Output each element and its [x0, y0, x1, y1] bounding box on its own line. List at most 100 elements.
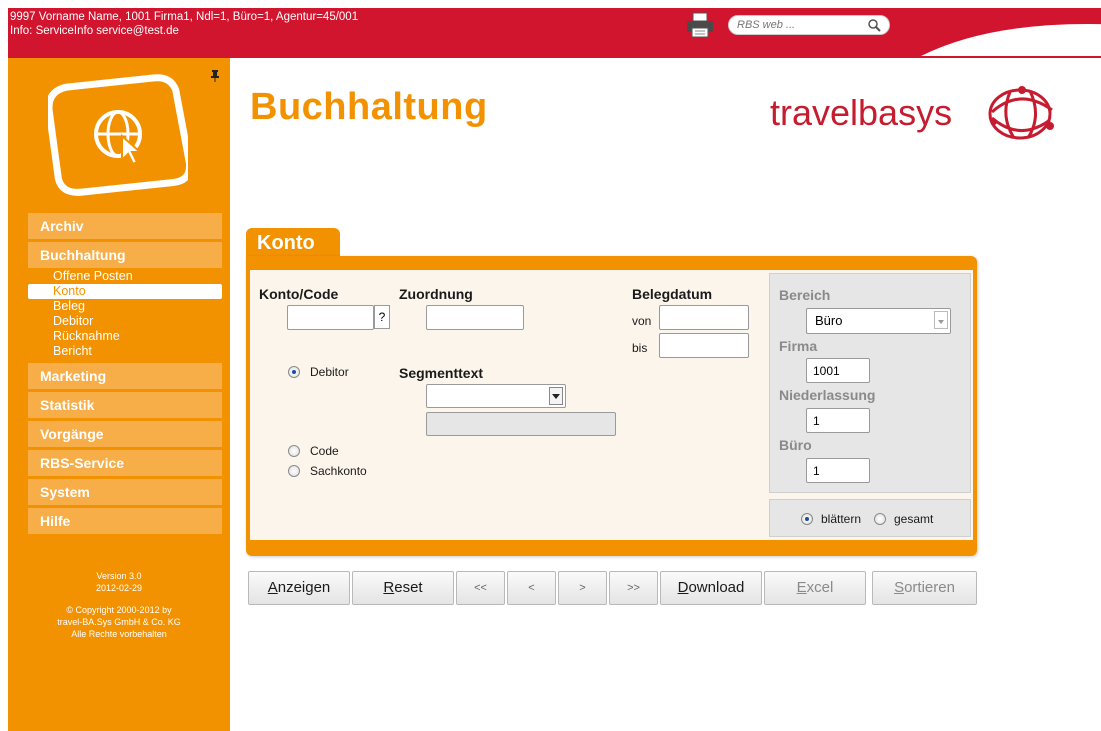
- sortieren-label: ortieren: [904, 579, 955, 596]
- app-logo-icon: [48, 74, 188, 196]
- filter-column: Bereich Büro Firma Niederlassung Büro bl…: [766, 270, 973, 540]
- niederlassung-input[interactable]: [806, 408, 870, 433]
- konto-code-input[interactable]: [287, 305, 374, 330]
- radio-code-dot[interactable]: [288, 445, 300, 457]
- excel-accesskey: E: [796, 579, 807, 596]
- zuordnung-label: Zuordnung: [399, 286, 473, 302]
- nav-rbs-service[interactable]: RBS-Service: [28, 450, 222, 476]
- bereich-select[interactable]: Büro: [806, 308, 951, 334]
- bis-label: bis: [632, 341, 648, 355]
- nav-buchhaltung[interactable]: Buchhaltung: [28, 242, 222, 268]
- subnav-offene-posten[interactable]: Offene Posten: [28, 269, 222, 284]
- nav-vorgaenge[interactable]: Vorgänge: [28, 421, 222, 447]
- radio-gesamt-label: gesamt: [894, 512, 934, 526]
- von-label: von: [632, 314, 652, 328]
- konto-code-label: Konto/Code: [259, 286, 339, 302]
- radio-sachkonto[interactable]: Sachkonto: [288, 464, 367, 478]
- nav-archiv[interactable]: Archiv: [28, 213, 222, 239]
- first-page-button[interactable]: <<: [456, 571, 505, 605]
- download-button[interactable]: Download: [660, 571, 762, 605]
- bereich-label: Bereich: [779, 287, 831, 303]
- anzeigen-button[interactable]: Anzeigen: [248, 571, 350, 605]
- niederlassung-label: Niederlassung: [779, 387, 876, 403]
- anzeigen-accesskey: A: [267, 579, 278, 596]
- excel-button[interactable]: Excel: [764, 571, 866, 605]
- radio-code-label: Code: [310, 444, 339, 458]
- copyright-rights: Alle Rechte vorbehalten: [71, 629, 167, 639]
- radio-gesamt[interactable]: gesamt: [874, 512, 933, 526]
- sidebar: Archiv Buchhaltung Offene Posten Konto B…: [8, 58, 230, 731]
- radio-blaettern-label: blättern: [821, 512, 862, 526]
- buero-label: Büro: [779, 437, 812, 453]
- subnav-buchhaltung: Offene Posten Konto Beleg Debitor Rückna…: [28, 269, 222, 359]
- next-page-button[interactable]: >: [558, 571, 607, 605]
- page-title: Buchhaltung: [250, 86, 488, 128]
- brand-globe-icon: [988, 86, 1054, 140]
- nav-statistik[interactable]: Statistik: [28, 392, 222, 418]
- radio-blaettern-dot[interactable]: [801, 513, 813, 525]
- subnav-bericht[interactable]: Bericht: [28, 344, 222, 359]
- segmenttext-label: Segmenttext: [399, 365, 484, 381]
- belegdatum-label: Belegdatum: [632, 286, 713, 302]
- zuordnung-input[interactable]: [426, 305, 524, 330]
- download-label: ownload: [688, 579, 745, 596]
- search-icon[interactable]: [867, 18, 881, 32]
- reset-accesskey: R: [383, 579, 395, 596]
- chevron-down-icon[interactable]: [934, 311, 948, 329]
- header-swoosh: [921, 24, 1101, 56]
- search-input[interactable]: [729, 16, 859, 34]
- prev-page-button[interactable]: <: [507, 571, 556, 605]
- radio-debitor-label: Debitor: [310, 365, 349, 379]
- user-info-line: 9997 Vorname Name, 1001 Firma1, Ndl=1, B…: [10, 11, 359, 23]
- subnav-debitor[interactable]: Debitor: [28, 314, 222, 329]
- nav-system[interactable]: System: [28, 479, 222, 505]
- main-nav: Archiv Buchhaltung Offene Posten Konto B…: [28, 213, 222, 537]
- segmenttext-select[interactable]: [426, 384, 566, 408]
- top-bar: 9997 Vorname Name, 1001 Firma1, Ndl=1, B…: [8, 8, 1101, 58]
- copyright-line: © Copyright 2000-2012 by: [66, 605, 172, 615]
- radio-blaettern[interactable]: blättern: [801, 512, 861, 526]
- brand-logo-text: travelbasys: [770, 92, 952, 134]
- paging-box: blättern gesamt: [769, 499, 971, 537]
- pin-icon[interactable]: [210, 70, 220, 82]
- nav-marketing[interactable]: Marketing: [28, 363, 222, 389]
- copyright-company: travel-BA.Sys GmbH & Co. KG: [57, 617, 181, 627]
- firma-input[interactable]: [806, 358, 870, 383]
- last-page-button[interactable]: >>: [609, 571, 658, 605]
- radio-debitor[interactable]: Debitor: [288, 365, 349, 379]
- printer-icon[interactable]: [686, 12, 714, 38]
- version-date: 2012-02-29: [95, 583, 143, 593]
- brand-travel: travel: [770, 92, 859, 133]
- search-form: Konto/Code ? Zuordnung Belegdatum von bi…: [250, 270, 766, 540]
- lookup-button[interactable]: ?: [374, 305, 390, 329]
- user-info: 9997 Vorname Name, 1001 Firma1, Ndl=1, B…: [10, 10, 358, 38]
- search-box[interactable]: [728, 15, 890, 35]
- download-accesskey: D: [677, 579, 689, 596]
- reset-label: eset: [394, 579, 423, 596]
- segmenttext-list[interactable]: [426, 412, 616, 436]
- radio-sachkonto-label: Sachkonto: [310, 464, 367, 478]
- copyright: © Copyright 2000-2012 by travel-BA.Sys G…: [8, 604, 230, 640]
- sortieren-button[interactable]: Sortieren: [872, 571, 977, 605]
- bereich-box: Bereich Büro Firma Niederlassung Büro: [769, 273, 971, 493]
- buero-input[interactable]: [806, 458, 870, 483]
- subnav-konto[interactable]: Konto: [28, 284, 222, 299]
- radio-code[interactable]: Code: [288, 444, 339, 458]
- reset-button[interactable]: Reset: [352, 571, 454, 605]
- chevron-down-icon[interactable]: [549, 387, 563, 405]
- konto-panel: Konto/Code ? Zuordnung Belegdatum von bi…: [246, 256, 977, 556]
- lookup-button-label: ?: [378, 310, 386, 324]
- anzeigen-label: nzeigen: [277, 579, 331, 596]
- subnav-beleg[interactable]: Beleg: [28, 299, 222, 314]
- subnav-ruecknahme[interactable]: Rücknahme: [28, 329, 222, 344]
- excel-label: xcel: [806, 579, 834, 596]
- belegdatum-bis-input[interactable]: [659, 333, 749, 358]
- service-info-line: Info: ServiceInfo service@test.de: [10, 25, 179, 37]
- radio-sachkonto-dot[interactable]: [288, 465, 300, 477]
- radio-debitor-dot[interactable]: [288, 366, 300, 378]
- radio-gesamt-dot[interactable]: [874, 513, 886, 525]
- brand-basys: basys: [858, 92, 953, 133]
- nav-hilfe[interactable]: Hilfe: [28, 508, 222, 534]
- bereich-value: Büro: [815, 313, 843, 328]
- belegdatum-von-input[interactable]: [659, 305, 749, 330]
